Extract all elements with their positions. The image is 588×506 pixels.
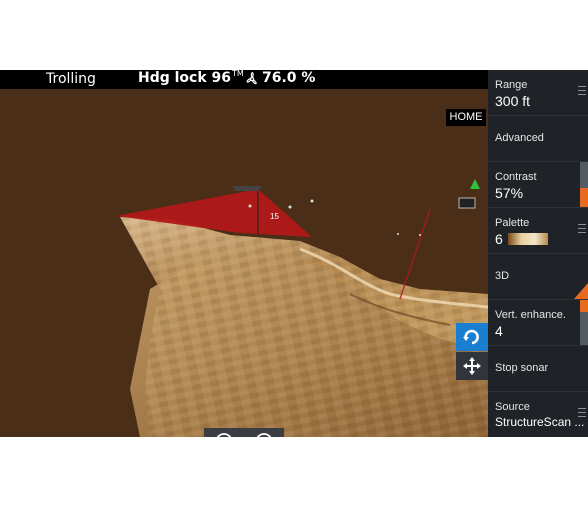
heading-lock: Hdg lock 96 bbox=[138, 70, 232, 86]
contrast-slider-fill bbox=[580, 188, 588, 207]
propulsion-percent: 76.0 % bbox=[262, 70, 316, 86]
palette-swatch bbox=[508, 233, 548, 245]
terrain-render: 15 bbox=[0, 89, 489, 437]
mode-3d-label: 3D bbox=[495, 270, 510, 282]
sonar-3d-view[interactable]: 15 HOME bbox=[0, 89, 489, 437]
source-value: StructureScan ... bbox=[495, 415, 585, 429]
advanced-item[interactable]: Advanced bbox=[488, 116, 588, 162]
range-value: 300 ft bbox=[495, 93, 531, 109]
source-item[interactable]: Source StructureScan ... bbox=[488, 392, 588, 437]
vert-enhance-value: 4 bbox=[495, 323, 503, 339]
vert-enhance-slider-fill bbox=[580, 300, 588, 312]
home-button[interactable]: HOME bbox=[446, 109, 486, 126]
range-label: Range bbox=[495, 79, 528, 91]
rotate-button[interactable] bbox=[456, 323, 488, 351]
status-bar: Trolling Hdg lock 96 TM 76.0 % bbox=[0, 70, 488, 89]
advanced-label: Advanced bbox=[495, 132, 544, 144]
source-menu-icon bbox=[578, 408, 586, 417]
palette-value: 6 bbox=[495, 231, 503, 247]
sonar-3d-screen: Trolling Hdg lock 96 TM 76.0 % 15 HOME R… bbox=[0, 70, 588, 437]
contrast-label: Contrast bbox=[495, 171, 537, 183]
propeller-icon bbox=[246, 72, 257, 85]
range-menu-icon bbox=[578, 86, 586, 95]
side-menu: Range 300 ft Advanced Contrast 57% Palet… bbox=[488, 70, 588, 437]
palette-label: Palette bbox=[495, 217, 530, 229]
boat-icon bbox=[232, 186, 262, 191]
source-label: Source bbox=[495, 401, 530, 413]
stop-sonar-item[interactable]: Stop sonar bbox=[488, 346, 588, 392]
autopilot-mode: Trolling bbox=[46, 71, 96, 87]
range-item[interactable]: Range 300 ft bbox=[488, 70, 588, 116]
move-button[interactable] bbox=[456, 352, 488, 380]
move-arrows-icon bbox=[463, 357, 481, 375]
depth-marker: 15 bbox=[270, 212, 279, 221]
rotate-icon bbox=[463, 329, 479, 345]
trademark-mark: TM bbox=[232, 70, 244, 78]
palette-menu-icon bbox=[578, 224, 586, 233]
contrast-value: 57% bbox=[495, 185, 524, 201]
vert-enhance-label: Vert. enhance. bbox=[495, 309, 566, 321]
zoom-in-icon[interactable] bbox=[254, 432, 274, 437]
stop-sonar-label: Stop sonar bbox=[495, 362, 549, 374]
boat-marker-icon bbox=[458, 197, 476, 209]
zoom-out-icon[interactable] bbox=[214, 432, 234, 437]
palette-item[interactable]: Palette 6 bbox=[488, 208, 588, 254]
expand-corner-icon bbox=[574, 283, 588, 299]
contrast-item[interactable]: Contrast 57% bbox=[488, 162, 588, 208]
mode-3d-item[interactable]: 3D bbox=[488, 254, 588, 300]
zoom-controls bbox=[204, 428, 284, 437]
vert-enhance-item[interactable]: Vert. enhance. 4 bbox=[488, 300, 588, 346]
